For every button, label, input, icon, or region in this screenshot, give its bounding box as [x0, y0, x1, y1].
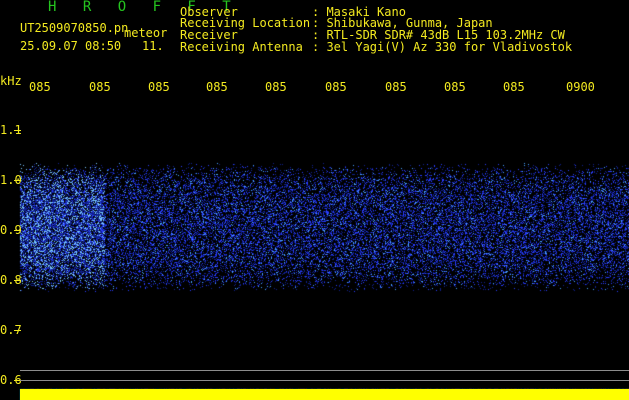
y-tick-mark: [14, 180, 21, 181]
y-tick-mark: [14, 130, 21, 131]
y-axis-unit: kHz: [0, 74, 22, 88]
antenna-label: Receiving Antenna: [180, 40, 303, 54]
filename-label: UT2509070850.pn: [20, 21, 129, 35]
spectrogram-canvas: [0, 0, 629, 400]
y-tick-mark: [14, 280, 21, 281]
datetime-label: 25.09.07 08:50: [20, 39, 122, 53]
x-tick-label: 085: [29, 80, 51, 94]
signal-level-strip: [20, 389, 629, 400]
event-tag: meteor: [124, 26, 168, 40]
x-tick-label: 085: [148, 80, 170, 94]
x-tick-label: 085: [89, 80, 111, 94]
x-tick-label: 0900: [566, 80, 595, 94]
x-tick-label: 085: [206, 80, 228, 94]
reference-line: [20, 370, 629, 371]
y-tick-mark: [14, 330, 21, 331]
count-label: 11.: [142, 39, 164, 53]
antenna-value: : 3el Yagi(V) Az 330 for Vladivostok: [312, 40, 573, 54]
x-tick-label: 085: [385, 80, 407, 94]
x-tick-label: 085: [444, 80, 466, 94]
x-tick-label: 085: [265, 80, 287, 94]
x-tick-label: 085: [503, 80, 525, 94]
hrofft-screen: H R O F F T UT2509070850.pn meteor 25.09…: [0, 0, 629, 400]
reference-line: [20, 380, 629, 381]
x-tick-label: 085: [325, 80, 347, 94]
y-tick-mark: [14, 230, 21, 231]
